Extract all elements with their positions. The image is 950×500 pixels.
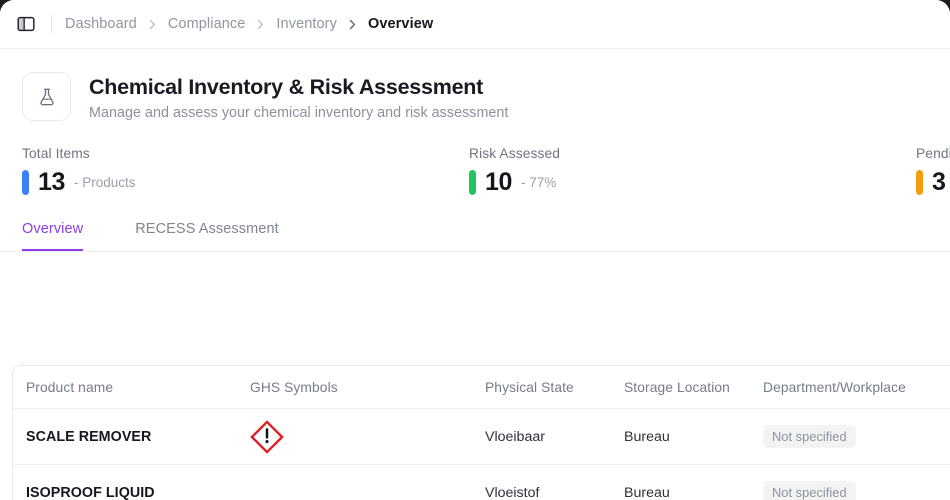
chevron-right-icon (147, 19, 158, 30)
flask-icon (22, 72, 71, 121)
column-header-ghs-symbols[interactable]: GHS Symbols (250, 366, 485, 409)
inventory-table: Product name GHS Symbols Physical State … (13, 366, 950, 500)
ghs07-exclamation-mark-icon (250, 419, 485, 454)
product-name-text: ISOPROOF LIQUID (26, 484, 155, 500)
table-header-row: Product name GHS Symbols Physical State … (13, 366, 950, 409)
inventory-table-card: Product name GHS Symbols Physical State … (12, 365, 950, 500)
status-badge: Not specified (763, 481, 856, 500)
stat-meta: - Products (74, 175, 136, 191)
stat-value-row: 10 - 77% (469, 168, 916, 197)
storage-location-text: Bureau (624, 484, 670, 500)
table-head: Product name GHS Symbols Physical State … (13, 366, 950, 409)
page-header: Chemical Inventory & Risk Assessment Man… (0, 49, 950, 121)
page-title: Chemical Inventory & Risk Assessment (89, 75, 484, 99)
page-header-text: Chemical Inventory & Risk Assessment Man… (71, 72, 508, 121)
tab-overview[interactable]: Overview (22, 221, 84, 252)
tab-bar: Overview RECESS Assessment (0, 221, 950, 253)
physical-state-text: Vloeistof (485, 484, 540, 500)
tab-recess-assessment[interactable]: RECESS Assessment (135, 221, 279, 251)
cell-department-workplace: Not specified (763, 464, 950, 500)
stat-total-items: Total Items 13 - Products (22, 146, 469, 197)
cell-product-name: SCALE REMOVER (13, 408, 250, 465)
cell-product-name: ISOPROOF LIQUID (13, 464, 250, 500)
table-row[interactable]: SCALE REMOVER Vloeibaar Bureau Not speci… (13, 408, 950, 465)
product-name-text: SCALE REMOVER (26, 428, 152, 445)
cell-department-workplace: Not specified (763, 408, 950, 465)
toolbar-divider (51, 15, 52, 33)
breadcrumb-item-inventory[interactable]: Inventory (276, 16, 337, 32)
cell-ghs-symbols (250, 408, 485, 465)
column-header-department-workplace[interactable]: Department/Workplace (763, 366, 950, 409)
column-header-physical-state[interactable]: Physical State (485, 366, 624, 409)
stats-row: Total Items 13 - Products Risk Assessed … (0, 121, 950, 197)
chevron-right-icon (255, 19, 266, 30)
stat-value: 10 (485, 168, 513, 197)
breadcrumb: Dashboard Compliance Inventory Overview (65, 16, 433, 32)
stat-color-bar (22, 170, 29, 196)
cell-physical-state: Vloeistof (485, 464, 624, 500)
table-body: SCALE REMOVER Vloeibaar Bureau Not speci… (13, 408, 950, 500)
stat-color-bar (916, 170, 923, 196)
breadcrumb-item-compliance[interactable]: Compliance (168, 16, 246, 32)
breadcrumb-item-overview: Overview (367, 16, 434, 32)
top-bar: Dashboard Compliance Inventory Overview (0, 0, 950, 49)
stat-pending: Pending 3 (916, 146, 950, 197)
app-window: Dashboard Compliance Inventory Overview (0, 0, 950, 500)
stat-value-row: 13 - Products (22, 168, 469, 197)
stat-risk-assessed: Risk Assessed 10 - 77% (469, 146, 916, 197)
stat-label: Risk Assessed (469, 146, 561, 162)
ghs-symbols-empty (250, 492, 485, 493)
stat-label: Total Items (22, 146, 90, 162)
stat-value-row: 3 (916, 168, 950, 197)
stat-value: 3 (932, 168, 946, 197)
stat-meta: - 77% (521, 175, 557, 191)
column-header-storage-location[interactable]: Storage Location (624, 366, 763, 409)
stat-color-bar (469, 170, 476, 196)
cell-physical-state: Vloeibaar (485, 408, 624, 465)
table-row[interactable]: ISOPROOF LIQUID Vloeistof Bureau Not spe… (13, 464, 950, 500)
stat-label: Pending (916, 146, 950, 162)
storage-location-text: Bureau (624, 428, 670, 445)
cell-storage-location: Bureau (624, 408, 763, 465)
physical-state-text: Vloeibaar (485, 428, 545, 445)
page-subtitle: Manage and assess your chemical inventor… (89, 105, 509, 122)
cell-ghs-symbols (250, 464, 485, 500)
status-badge: Not specified (763, 425, 856, 448)
stat-value: 13 (38, 168, 66, 197)
cell-storage-location: Bureau (624, 464, 763, 500)
panel-left-icon[interactable] (13, 11, 39, 37)
column-header-product-name[interactable]: Product name (13, 366, 250, 409)
chevron-right-icon (347, 19, 358, 30)
breadcrumb-item-dashboard[interactable]: Dashboard (65, 16, 137, 32)
